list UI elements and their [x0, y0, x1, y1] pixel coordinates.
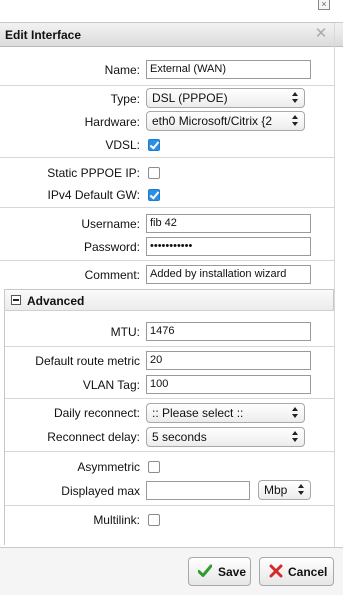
divider	[5, 398, 334, 399]
type-select[interactable]: DSL (PPPOE)	[146, 88, 305, 108]
divider	[5, 346, 334, 347]
divider	[0, 207, 334, 208]
multilink-label: Multilink:	[93, 513, 140, 527]
dialog-title-bar[interactable]: Edit Interface ✕	[0, 23, 343, 47]
cancel-button[interactable]: Cancel	[259, 557, 334, 586]
daily-reconnect-select-value: :: Please select ::	[152, 406, 244, 420]
displayed-max-label: Displayed max	[61, 484, 140, 498]
save-button[interactable]: Save	[188, 557, 251, 586]
cancel-button-label: Cancel	[288, 565, 328, 579]
select-arrows-icon	[292, 115, 299, 127]
hardware-select[interactable]: eth0 Microsoft/Citrix {2	[146, 111, 305, 131]
dialog-footer: Save Cancel	[0, 547, 343, 595]
mtu-input[interactable]: 1476	[146, 322, 311, 341]
reconnect-delay-label: Reconnect delay:	[47, 430, 140, 444]
vlan-tag-input[interactable]: 100	[146, 375, 311, 394]
cancel-x-icon	[269, 564, 283, 578]
static-pppoe-label: Static PPPOE IP:	[47, 166, 140, 180]
background-close-icon: ×	[318, 0, 330, 10]
divider	[0, 260, 334, 261]
dialog-title: Edit Interface	[5, 28, 82, 42]
displayed-max-unit-select[interactable]: Mbp	[258, 480, 311, 500]
static-pppoe-checkbox[interactable]	[148, 167, 160, 179]
dialog-inner-border	[334, 23, 335, 547]
hardware-label: Hardware:	[84, 115, 140, 129]
edit-interface-dialog: Edit Interface ✕ Name: External (WAN) Ty…	[0, 22, 343, 595]
divider	[0, 85, 334, 86]
select-arrows-icon	[292, 431, 299, 443]
comment-input[interactable]: Added by installation wizard	[146, 265, 311, 284]
collapse-icon[interactable]	[11, 295, 21, 305]
asymmetric-checkbox[interactable]	[148, 461, 160, 473]
hardware-select-value: eth0 Microsoft/Citrix {2	[152, 114, 273, 128]
select-arrows-icon	[292, 92, 299, 104]
daily-reconnect-label: Daily reconnect:	[53, 406, 140, 420]
vdsl-checkbox[interactable]	[148, 139, 160, 151]
username-label: Username:	[81, 217, 140, 231]
password-input[interactable]: •••••••••••	[146, 237, 311, 256]
daily-reconnect-select[interactable]: :: Please select ::	[146, 403, 305, 423]
type-select-value: DSL (PPPOE)	[152, 91, 228, 105]
advanced-section-header[interactable]: Advanced	[4, 289, 334, 311]
vdsl-label: VDSL:	[105, 138, 140, 152]
default-route-metric-label: Default route metric	[35, 354, 140, 368]
divider	[5, 505, 334, 506]
background-window-strip: ×	[0, 0, 343, 20]
advanced-title: Advanced	[27, 294, 85, 308]
type-label: Type:	[110, 92, 140, 106]
divider	[0, 157, 334, 158]
save-button-label: Save	[218, 565, 247, 579]
reconnect-delay-select[interactable]: 5 seconds	[146, 427, 305, 447]
username-input[interactable]: fib 42	[146, 214, 311, 233]
name-input[interactable]: External (WAN)	[146, 60, 311, 79]
default-route-metric-input[interactable]: 20	[146, 351, 311, 370]
multilink-checkbox[interactable]	[148, 514, 160, 526]
ipv4-default-gw-checkbox[interactable]	[148, 189, 160, 201]
displayed-max-input[interactable]	[146, 481, 250, 500]
password-label: Password:	[83, 240, 140, 254]
comment-label: Comment:	[84, 268, 140, 282]
vlan-tag-label: VLAN Tag:	[82, 378, 140, 392]
mtu-label: MTU:	[110, 325, 140, 339]
divider	[5, 451, 334, 452]
displayed-max-unit-value: Mbp	[264, 483, 288, 497]
asymmetric-label: Asymmetric	[77, 460, 140, 474]
ipv4-default-gw-label: IPv4 Default GW:	[47, 188, 140, 202]
close-icon[interactable]: ✕	[313, 26, 329, 42]
name-label: Name:	[104, 63, 140, 77]
select-arrows-icon	[298, 484, 305, 496]
select-arrows-icon	[292, 407, 299, 419]
reconnect-delay-select-value: 5 seconds	[152, 430, 207, 444]
check-icon	[198, 564, 212, 577]
